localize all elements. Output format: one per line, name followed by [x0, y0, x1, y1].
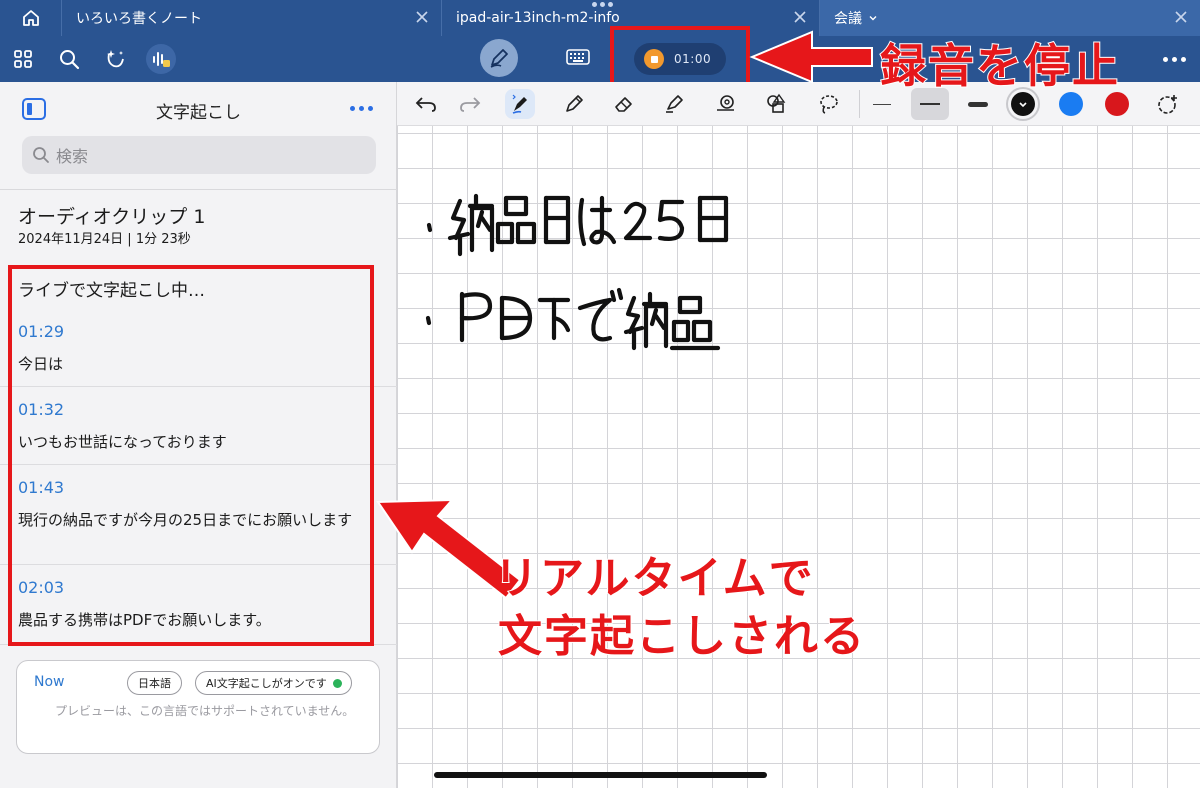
- waveform-icon: [153, 52, 170, 67]
- add-color-icon: [1158, 95, 1177, 114]
- annotation-stop-recording: 録音を停止: [879, 38, 1120, 94]
- now-label: Now: [34, 674, 65, 690]
- search-placeholder: 検索: [56, 147, 89, 166]
- close-icon[interactable]: [1174, 10, 1188, 24]
- undo-button[interactable]: [411, 89, 441, 119]
- handwriting-layer: [425, 193, 729, 351]
- annotation-realtime: リアルタイムで 文字起こしされる: [493, 550, 866, 666]
- sidebar-header: 文字起こし: [0, 82, 397, 134]
- shapes-tool[interactable]: [761, 89, 791, 119]
- grid-icon: [14, 50, 32, 68]
- bluetooth-pen-tool[interactable]: [505, 89, 535, 119]
- tab-label: いろいろ書くノート: [76, 11, 202, 27]
- stop-recording-button[interactable]: 01:00: [634, 43, 726, 75]
- audio-clip-title[interactable]: オーディオクリップ 1: [18, 202, 205, 229]
- highlighter-tool[interactable]: [659, 89, 689, 119]
- status-dot-icon: [332, 679, 342, 688]
- pencil-tool[interactable]: [559, 89, 589, 119]
- keyboard-button[interactable]: [566, 48, 590, 70]
- lasso-tool[interactable]: [813, 89, 843, 119]
- lasso-ai-button[interactable]: [100, 44, 130, 74]
- sidebar-title: 文字起こし: [156, 103, 241, 123]
- transcript-highlight-box: [8, 265, 374, 646]
- home-icon: [22, 10, 39, 26]
- search-input[interactable]: 検索: [22, 136, 376, 174]
- highlighter-icon: [666, 95, 683, 113]
- home-tab[interactable]: [0, 0, 62, 36]
- multitask-dots[interactable]: [592, 2, 613, 7]
- undo-icon: [415, 97, 436, 112]
- chevron-down-icon[interactable]: [868, 13, 878, 23]
- language-selector[interactable]: 日本語: [127, 671, 182, 695]
- tab-label: ipad-air-13inch-m2-info: [456, 10, 620, 26]
- stop-icon: [644, 49, 664, 69]
- search-button[interactable]: [54, 44, 84, 74]
- sparkle-icon: [107, 50, 124, 68]
- search-icon: [60, 50, 80, 70]
- sidebar-more-button[interactable]: [350, 106, 373, 111]
- eraser-icon: [615, 97, 632, 112]
- now-panel: Now 日本語 AI文字起こしがオンです プレビューは、この言語ではサポートされ…: [16, 660, 380, 754]
- more-options-button[interactable]: [1163, 57, 1186, 62]
- ai-status-label: AI文字起こしがオンです: [206, 677, 327, 690]
- close-icon[interactable]: [415, 10, 429, 24]
- search-icon: [33, 147, 49, 163]
- grid-view-button[interactable]: [8, 44, 38, 74]
- preview-note: プレビューは、この言語ではサポートされていません。: [55, 704, 355, 718]
- keyboard-icon: [566, 49, 590, 65]
- lasso-icon: [820, 95, 838, 114]
- add-color-button[interactable]: [1153, 89, 1183, 119]
- divider: [859, 90, 860, 118]
- tape-tool[interactable]: [711, 89, 741, 119]
- divider: [0, 189, 397, 190]
- shapes-icon: [767, 93, 786, 113]
- annotation-realtime-line2: 文字起こしされる: [497, 610, 866, 663]
- ai-transcription-toggle[interactable]: AI文字起こしがオンです: [195, 671, 352, 695]
- annotation-realtime-line1: リアルタイムで: [493, 552, 815, 605]
- pen-icon: [490, 49, 508, 68]
- redo-button[interactable]: [455, 89, 485, 119]
- pen-mode-button[interactable]: [480, 39, 518, 77]
- recording-timer: 01:00: [674, 52, 712, 66]
- pencil-icon: [566, 95, 583, 112]
- eraser-tool[interactable]: [609, 89, 639, 119]
- close-icon[interactable]: [793, 10, 807, 24]
- tab-label: 会議: [834, 11, 862, 27]
- tape-icon: [717, 95, 734, 111]
- tab-note-1[interactable]: いろいろ書くノート: [62, 0, 442, 36]
- redo-icon: [460, 97, 481, 112]
- audio-record-button[interactable]: [146, 44, 176, 74]
- home-indicator: [434, 772, 767, 778]
- ink-pen-icon: [512, 94, 527, 114]
- audio-clip-meta: 2024年11月24日 | 1分 23秒: [18, 232, 191, 247]
